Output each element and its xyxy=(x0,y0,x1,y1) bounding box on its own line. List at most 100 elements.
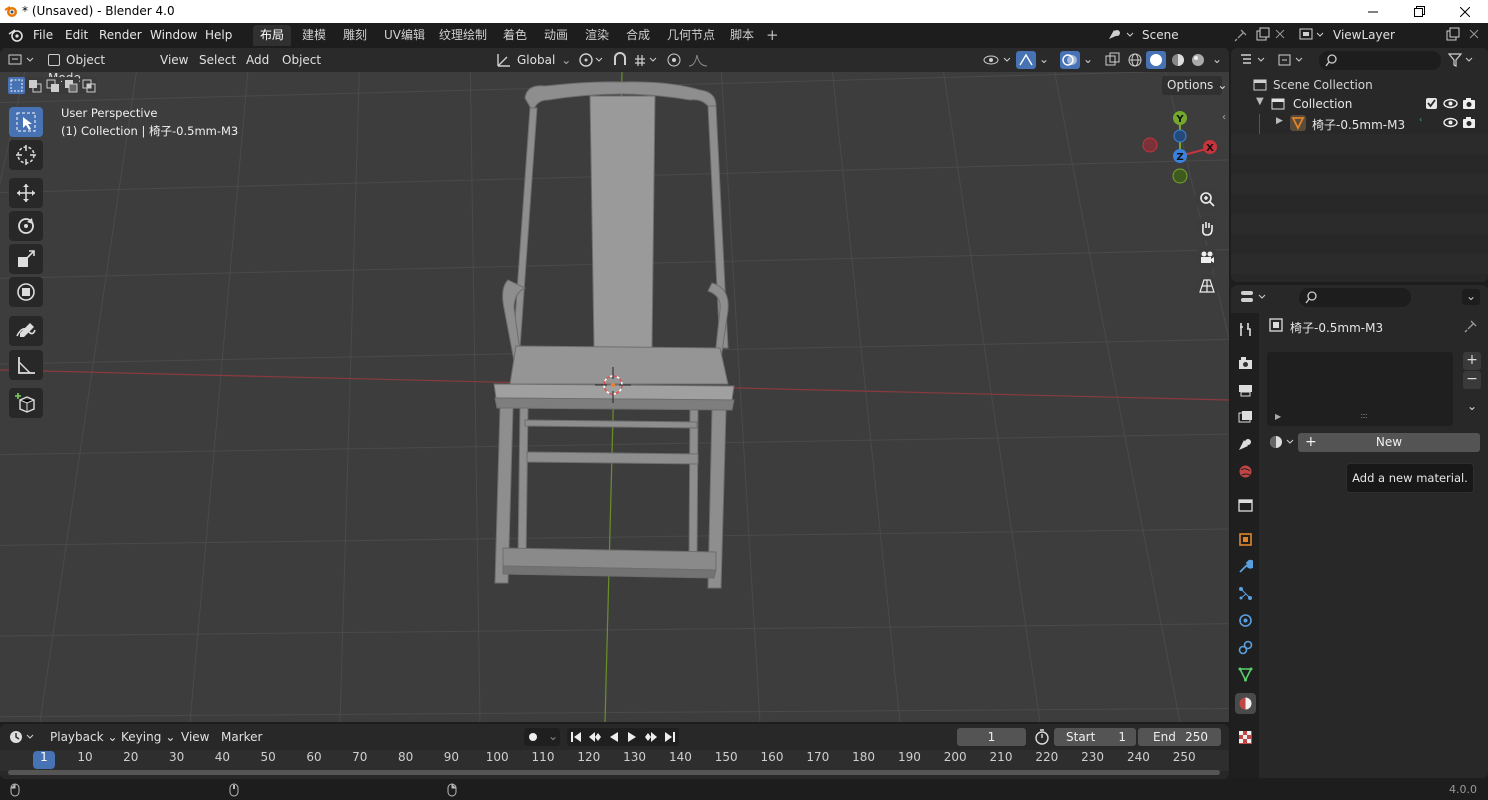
rendered-shading-icon[interactable] xyxy=(1190,52,1206,68)
expand-collection-icon[interactable]: ▼ xyxy=(1256,96,1264,107)
tab-scripting[interactable]: 脚本 xyxy=(723,25,761,46)
object-tab-icon[interactable] xyxy=(1235,529,1256,550)
camera-render-icon[interactable] xyxy=(1462,97,1476,110)
blender-menu-icon[interactable] xyxy=(8,28,24,42)
visibility-icon[interactable] xyxy=(982,51,1014,69)
camera-view-icon[interactable] xyxy=(1195,246,1219,270)
transform-orientation-dropdown[interactable]: Global ⌄ xyxy=(513,51,575,69)
proportional-edit-icon[interactable] xyxy=(665,51,683,69)
scale-tool[interactable] xyxy=(9,244,43,274)
tab-shading[interactable]: 着色 xyxy=(496,25,534,46)
modifier-tab-icon[interactable] xyxy=(1235,556,1256,577)
gizmo-toggle-icon[interactable] xyxy=(1016,51,1036,69)
falloff-icon[interactable] xyxy=(687,51,709,69)
perspective-toggle-icon[interactable] xyxy=(1195,274,1219,298)
properties-search-input[interactable] xyxy=(1299,288,1411,307)
add-material-slot-icon[interactable]: + xyxy=(1463,352,1481,370)
eye-icon[interactable] xyxy=(1443,97,1458,110)
object-row[interactable]: ▶ 椅子-0.5mm-M3 ‹ xyxy=(1231,113,1488,134)
menu-select[interactable]: Select xyxy=(195,51,240,69)
close-button[interactable] xyxy=(1442,0,1488,23)
collection-tab-icon[interactable] xyxy=(1235,495,1256,516)
material-slots-list[interactable]: ▶ :::: xyxy=(1267,352,1453,426)
view-layer-icon[interactable] xyxy=(1298,27,1328,43)
view-layer-tab-icon[interactable] xyxy=(1235,407,1256,428)
display-mode-icon[interactable] xyxy=(1277,52,1307,68)
outliner-editor-type-icon[interactable] xyxy=(1239,52,1269,68)
menu-edit[interactable]: Edit xyxy=(65,28,88,42)
restore-button[interactable] xyxy=(1396,0,1442,23)
xray-toggle-icon[interactable] xyxy=(1103,51,1123,69)
eye-icon[interactable] xyxy=(1443,116,1458,129)
expand-list-icon[interactable]: ▶ xyxy=(1275,412,1281,421)
filter-icon[interactable] xyxy=(1447,52,1477,68)
resize-grip-icon[interactable]: :::: xyxy=(1360,411,1368,420)
add-workspace-icon[interactable]: + xyxy=(766,26,779,44)
slot-specials-chevron-icon[interactable]: ⌄ xyxy=(1463,397,1481,415)
expand-object-icon[interactable]: ▶ xyxy=(1276,116,1283,126)
select-box-tool[interactable] xyxy=(9,107,43,137)
constraints-tab-icon[interactable] xyxy=(1235,637,1256,658)
pan-hand-icon[interactable] xyxy=(1195,216,1219,240)
properties-editor-type-icon[interactable] xyxy=(1240,289,1270,305)
tab-uv-editing[interactable]: UV编辑 xyxy=(377,25,432,46)
transform-orientation-icon[interactable] xyxy=(495,51,513,69)
transform-tool[interactable] xyxy=(9,277,43,307)
tool-tab-icon[interactable] xyxy=(1235,319,1256,340)
gizmo-neg-x-icon[interactable] xyxy=(1142,137,1158,153)
chair-object[interactable] xyxy=(493,81,735,589)
material-shading-icon[interactable] xyxy=(1170,52,1186,68)
solid-shading-icon[interactable] xyxy=(1146,51,1166,69)
menu-object[interactable]: Object xyxy=(278,51,325,69)
snap-target-icon[interactable] xyxy=(632,51,660,69)
scene-type-icon[interactable] xyxy=(1107,27,1135,43)
menu-window[interactable]: Window xyxy=(150,28,197,42)
wireframe-shading-icon[interactable] xyxy=(1127,52,1143,68)
tab-compositing[interactable]: 合成 xyxy=(619,25,657,46)
select-invert-icon[interactable] xyxy=(62,77,79,94)
new-material-button[interactable]: + New xyxy=(1298,433,1480,452)
timeline-scrollbar[interactable] xyxy=(8,770,1220,775)
data-tab-icon[interactable] xyxy=(1235,664,1256,685)
move-tool[interactable] xyxy=(9,178,43,208)
chevron-down-icon[interactable]: ⌄ xyxy=(1039,52,1049,66)
render-tab-icon[interactable] xyxy=(1235,353,1256,374)
tab-sculpting[interactable]: 雕刻 xyxy=(336,25,374,46)
chevron-down-icon[interactable]: ⌄ xyxy=(1212,52,1222,66)
remove-material-slot-icon[interactable]: − xyxy=(1463,371,1481,389)
zoom-icon[interactable] xyxy=(1195,187,1219,211)
menu-add[interactable]: Add xyxy=(242,51,273,69)
output-tab-icon[interactable] xyxy=(1235,380,1256,401)
rotate-tool[interactable] xyxy=(9,211,43,241)
chevron-down-icon[interactable]: ⌄ xyxy=(1083,52,1093,66)
material-tab-icon[interactable] xyxy=(1235,693,1256,714)
tab-texture-paint[interactable]: 纹理绘制 xyxy=(432,25,494,46)
tab-rendering[interactable]: 渲染 xyxy=(578,25,616,46)
new-scene-icon[interactable] xyxy=(1255,27,1271,43)
snap-toggle-icon[interactable] xyxy=(610,51,630,69)
options-dropdown[interactable]: Options ⌄ xyxy=(1162,76,1227,95)
delete-view-layer-icon[interactable] xyxy=(1468,28,1480,40)
scene-tab-icon[interactable] xyxy=(1235,434,1256,455)
camera-render-icon[interactable] xyxy=(1462,116,1476,129)
tab-geometry-nodes[interactable]: 几何节点 xyxy=(660,25,722,46)
select-subtract-icon[interactable] xyxy=(44,77,61,94)
exclude-checkbox-icon[interactable] xyxy=(1425,97,1438,110)
gizmo-neg-z-icon[interactable] xyxy=(1173,129,1187,143)
collection-row[interactable]: ▼ Collection xyxy=(1231,94,1488,114)
menu-file[interactable]: File xyxy=(33,28,53,42)
select-new-icon[interactable] xyxy=(8,77,25,94)
texture-tab-icon[interactable] xyxy=(1235,727,1256,748)
physics-tab-icon[interactable] xyxy=(1235,610,1256,631)
world-tab-icon[interactable] xyxy=(1235,461,1256,482)
pivot-point-icon[interactable] xyxy=(577,51,605,69)
pin-scene-icon[interactable] xyxy=(1234,28,1248,42)
3d-viewport[interactable]: Object Mode⌄ View Select Add Object Glob… xyxy=(0,48,1229,722)
tab-modeling[interactable]: 建模 xyxy=(295,25,333,46)
annotate-tool[interactable] xyxy=(9,316,43,346)
select-extend-icon[interactable] xyxy=(26,77,43,94)
minimize-button[interactable] xyxy=(1350,0,1396,23)
browse-material-icon[interactable] xyxy=(1269,434,1297,450)
menu-help[interactable]: Help xyxy=(205,28,232,42)
scene-collection-row[interactable]: Scene Collection xyxy=(1231,75,1488,95)
